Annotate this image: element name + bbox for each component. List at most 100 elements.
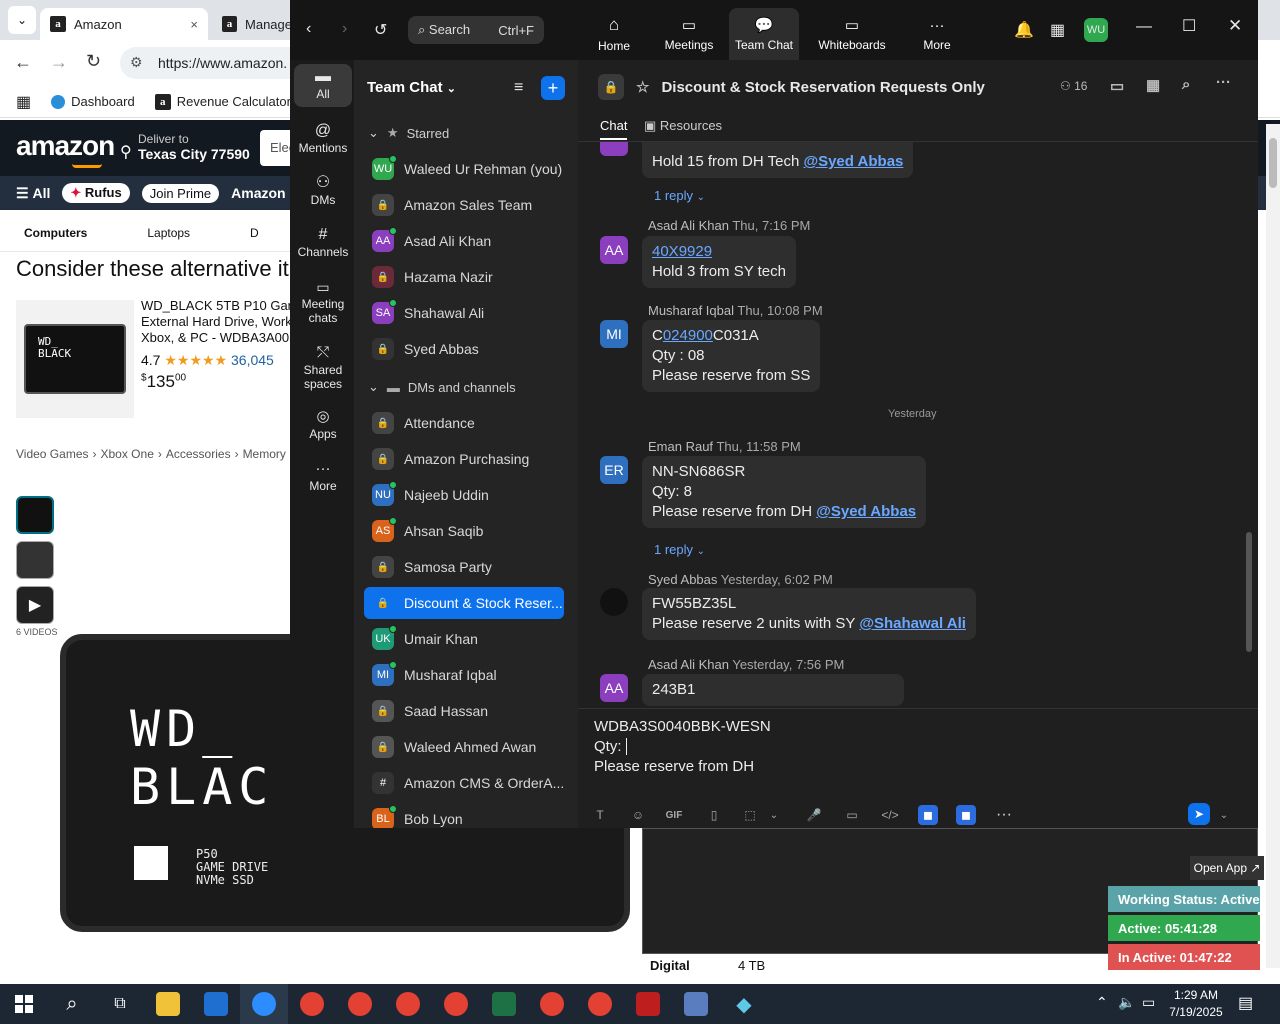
sidebar-item[interactable]: 🔒 Amazon Sales Team	[364, 189, 564, 221]
windows-start-icon[interactable]	[0, 984, 48, 1024]
new-chat-plus-icon[interactable]: +	[541, 76, 565, 100]
join-prime-button[interactable]: Join Prime	[141, 183, 220, 203]
sidebar-item[interactable]: NU Najeeb Uddin	[364, 479, 564, 511]
cat-computers[interactable]: Computers	[24, 226, 87, 240]
video-off-icon[interactable]: ▭	[1110, 77, 1124, 95]
apps-grid-icon[interactable]: ▦	[16, 92, 31, 112]
tab-search-icon[interactable]: ⌄	[8, 6, 36, 34]
rail-shared-spaces[interactable]: ⤲ Shared spaces	[294, 345, 352, 391]
task-view-icon[interactable]: ⧉	[96, 984, 144, 1024]
rail-apps[interactable]: ◎ Apps	[294, 409, 352, 441]
breadcrumb-item[interactable]: Accessories	[166, 447, 231, 461]
chevron-down-icon[interactable]: ⌄	[1214, 805, 1234, 825]
channel-title[interactable]: Discount & Stock Reservation Requests On…	[661, 79, 984, 96]
composer-text[interactable]: WDBA3S0040BBK-WESN Qty: Please reserve f…	[594, 717, 771, 777]
rail-channels[interactable]: # Channels	[294, 227, 352, 260]
message-link[interactable]: 40X9929	[652, 242, 786, 262]
breadcrumb-item[interactable]: Video Games	[16, 447, 89, 461]
nav-home[interactable]: ⌂ Home	[586, 8, 642, 60]
clock[interactable]: 1:29 AM 7/19/2025	[1166, 987, 1226, 1021]
send-icon[interactable]: ➤	[1188, 803, 1210, 825]
sidebar-item[interactable]: MI Musharaf Iqbal	[364, 659, 564, 691]
nav-whiteboards[interactable]: ▭ Whiteboards	[812, 8, 892, 60]
message-link[interactable]: _____	[652, 142, 903, 152]
volume-icon[interactable]: 🔈	[1118, 994, 1135, 1011]
search-icon[interactable]: ⌕	[1182, 76, 1190, 93]
rail-all[interactable]: ▬ All	[294, 64, 352, 107]
calendar-icon[interactable]: ▦	[1146, 76, 1160, 94]
file-explorer-icon[interactable]	[144, 984, 192, 1024]
more-dots-icon[interactable]: ···	[994, 805, 1014, 825]
zoom-app-icon[interactable]	[240, 984, 288, 1024]
breadcrumb-item[interactable]: Memory	[243, 447, 286, 461]
chrome-icon[interactable]	[432, 984, 480, 1024]
rail-mentions[interactable]: @ Mentions	[294, 123, 352, 156]
chevron-down-icon[interactable]: ⌄	[764, 805, 784, 825]
sidebar-item[interactable]: 🔒 Samosa Party	[364, 551, 564, 583]
app-diamond-icon[interactable]: ◆	[720, 984, 768, 1024]
open-app-button[interactable]: Open App ↗	[1190, 856, 1264, 880]
sidebar-item[interactable]: SA Shahawal Ali	[364, 297, 564, 329]
page-scrollbar[interactable]	[1266, 124, 1280, 968]
chevron-up-icon[interactable]: ⌃	[1096, 994, 1108, 1011]
chrome-icon[interactable]	[288, 984, 336, 1024]
chat-scrollbar[interactable]	[1246, 142, 1252, 692]
rail-meeting-chats[interactable]: ▭ Meeting chats	[294, 280, 352, 325]
maximize-icon[interactable]: ☐	[1182, 16, 1196, 36]
star-outline-icon[interactable]: ☆	[636, 78, 649, 96]
sidebar-item[interactable]: 🔒 Amazon Purchasing	[364, 443, 564, 475]
user-avatar[interactable]: WU	[1084, 18, 1108, 42]
mention[interactable]: @Shahawal Ali	[859, 615, 966, 632]
reload-icon[interactable]: ↻	[86, 51, 101, 72]
sidebar-item[interactable]: AA Asad Ali Khan	[364, 225, 564, 257]
forward-icon[interactable]: ›	[342, 20, 347, 38]
more-dots-icon[interactable]: ···	[1216, 74, 1231, 91]
sidebar-item[interactable]: AS Ahsan Saqib	[364, 515, 564, 547]
image-thumb-2[interactable]	[16, 541, 54, 579]
avatar[interactable]: ER	[600, 456, 628, 484]
sidebar-item[interactable]: # Amazon CMS & OrderA...	[364, 767, 564, 799]
calculator-icon[interactable]	[672, 984, 720, 1024]
review-count[interactable]: 36,045	[231, 352, 274, 368]
scroll-thumb[interactable]	[1269, 138, 1277, 188]
team-chat-title[interactable]: Team Chat ⌄	[367, 79, 456, 96]
members-count[interactable]: ⚇ 16	[1060, 79, 1087, 93]
starred-header[interactable]: ⌄ ★ Starred	[368, 125, 449, 141]
sidebar-item[interactable]: 🔒 Hazama Nazir	[364, 261, 564, 293]
reply-link[interactable]: 1 reply ⌄	[654, 188, 705, 203]
product-title[interactable]: WD_BLACK 5TB P10 Game External Hard Driv…	[141, 298, 291, 346]
sidebar-item[interactable]: BL Bob Lyon	[364, 803, 564, 828]
tab-resources[interactable]: ▣ Resources	[644, 118, 722, 134]
sidebar-item[interactable]: 🔒 Waleed Ahmed Awan	[364, 731, 564, 763]
message-link[interactable]: 024900	[663, 327, 713, 344]
screenshot-icon[interactable]: ⬚	[740, 805, 760, 825]
excel-icon[interactable]	[480, 984, 528, 1024]
history-icon[interactable]: ↺	[374, 20, 387, 40]
scroll-thumb[interactable]	[1246, 532, 1252, 652]
bookmark-dashboard[interactable]: Dashboard	[51, 94, 135, 109]
sidebar-item[interactable]: WU Waleed Ur Rehman (you)	[364, 153, 564, 185]
delivery-location[interactable]: Texas City 77590	[138, 146, 250, 162]
sidebar-item[interactable]: 🔒 Syed Abbas	[364, 333, 564, 365]
sidebar-item[interactable]: UK Umair Khan	[364, 623, 564, 655]
nav-more[interactable]: ··· More	[914, 8, 960, 60]
gif-icon[interactable]: GIF	[664, 805, 684, 825]
amazon-logo[interactable]: amazon	[16, 130, 115, 162]
filezilla-icon[interactable]	[624, 984, 672, 1024]
avatar[interactable]: AA	[600, 674, 628, 702]
rail-dms[interactable]: ⚇ DMs	[294, 175, 352, 208]
site-info-icon[interactable]: ⚙	[130, 54, 143, 71]
breadcrumb-item[interactable]: Xbox One	[101, 447, 154, 461]
sidebar-item[interactable]: 🔒 Discount & Stock Reser...	[364, 587, 564, 619]
zoom-search[interactable]: ⌕ Search Ctrl+F	[408, 16, 544, 44]
microphone-icon[interactable]: 🎤	[804, 805, 824, 825]
tab-chat[interactable]: Chat	[600, 118, 628, 140]
avatar[interactable]: MI	[600, 320, 628, 348]
video-message-icon[interactable]: ▭	[842, 805, 862, 825]
bell-icon[interactable]: 🔔	[1014, 20, 1034, 40]
chrome-icon[interactable]	[336, 984, 384, 1024]
reply-link[interactable]: 1 reply ⌄	[654, 542, 705, 557]
search-icon[interactable]: ⌕	[48, 984, 96, 1024]
cat-more[interactable]: D	[250, 226, 259, 240]
avatar[interactable]	[600, 588, 628, 616]
